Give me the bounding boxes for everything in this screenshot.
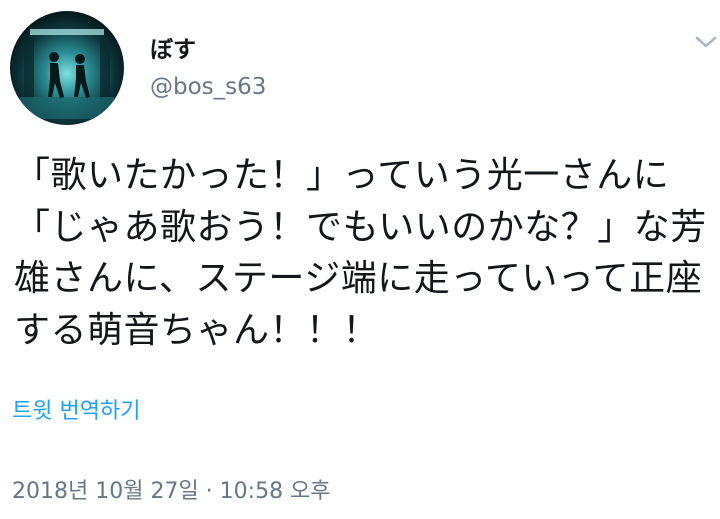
tweet-text: 「歌いたかった！」っていう光一さんに「じゃあ歌おう！でもいいのかな？」な芳雄さん… xyxy=(14,155,707,351)
avatar-image xyxy=(10,11,124,125)
translate-tweet-link[interactable]: 트윗 번역하기 xyxy=(12,398,140,426)
avatar[interactable] xyxy=(10,11,124,125)
tweet-timestamp[interactable]: 2018년 10월 27일 · 10:58 오후 xyxy=(12,478,331,506)
tweet-detail: ぼす @bos_s63 「歌いたかった！」っていう光一さんに「じゃあ歌おう！でも… xyxy=(0,0,720,519)
tweet-menu-button[interactable] xyxy=(694,34,718,50)
chevron-down-icon xyxy=(695,36,717,48)
author-handle[interactable]: @bos_s63 xyxy=(150,73,266,101)
author-display-name[interactable]: ぼす xyxy=(150,36,196,64)
